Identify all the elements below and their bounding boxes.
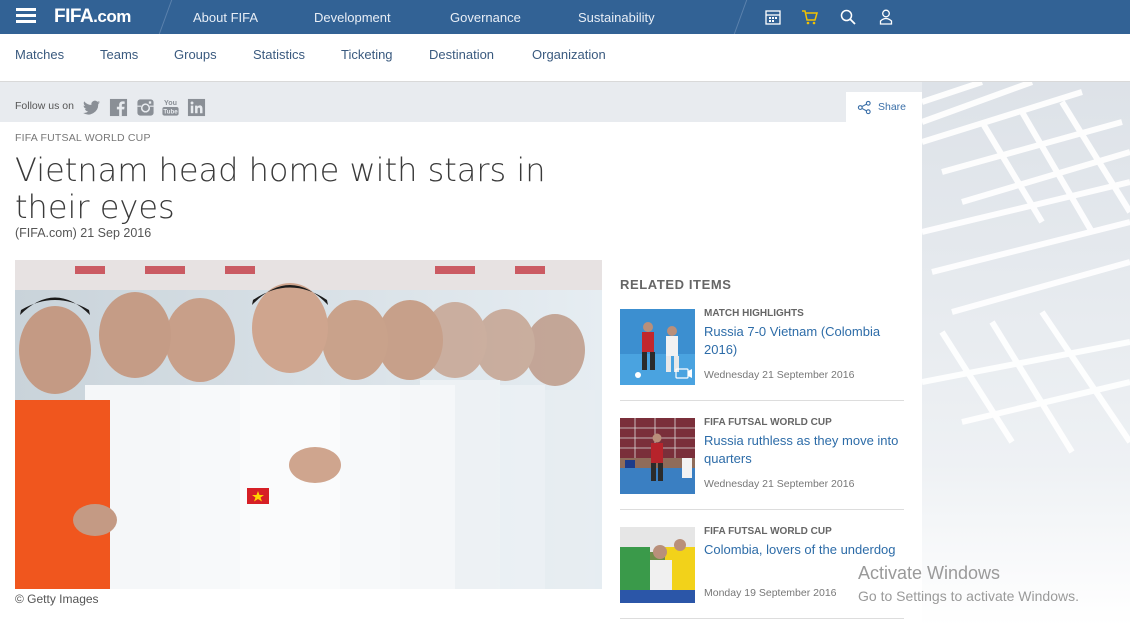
calendar-icon[interactable] bbox=[764, 8, 782, 26]
related-category: FIFA FUTSAL WORLD CUP bbox=[704, 417, 832, 428]
divider bbox=[620, 618, 904, 619]
cart-icon[interactable] bbox=[801, 8, 819, 26]
subnav-matches[interactable]: Matches bbox=[15, 47, 64, 62]
related-date: Wednesday 21 September 2016 bbox=[704, 478, 855, 490]
activate-windows-subtitle: Go to Settings to activate Windows. bbox=[858, 588, 1079, 604]
divider bbox=[620, 509, 904, 510]
related-category: MATCH HIGHLIGHTS bbox=[704, 308, 804, 319]
nav-sustainability[interactable]: Sustainability bbox=[578, 10, 655, 25]
subnav-groups[interactable]: Groups bbox=[174, 47, 217, 62]
facebook-icon[interactable] bbox=[109, 98, 128, 117]
related-title-link[interactable]: Russia 7-0 Vietnam (Colombia 2016) bbox=[704, 323, 904, 359]
menu-icon[interactable] bbox=[16, 8, 36, 24]
page-title: Vietnam head home with stars in their ey… bbox=[15, 151, 546, 226]
related-item[interactable]: FIFA FUTSAL WORLD CUP Russia ruthless as… bbox=[620, 417, 904, 518]
twitter-icon[interactable] bbox=[82, 98, 101, 117]
linkedin-icon[interactable] bbox=[187, 98, 206, 117]
related-title-link[interactable]: Russia ruthless as they move into quarte… bbox=[704, 432, 904, 468]
related-item[interactable]: MATCH HIGHLIGHTS Russia 7-0 Vietnam (Col… bbox=[620, 308, 904, 409]
related-thumbnail bbox=[620, 309, 695, 385]
top-navigation-bar: FIFA.com About FIFA Development Governan… bbox=[0, 0, 1130, 34]
nav-divider bbox=[158, 0, 173, 34]
related-title-link[interactable]: Colombia, lovers of the underdog bbox=[704, 541, 904, 559]
divider bbox=[620, 400, 904, 401]
user-icon[interactable] bbox=[877, 8, 895, 26]
follow-us-label: Follow us on bbox=[15, 100, 74, 112]
related-date: Wednesday 21 September 2016 bbox=[704, 369, 855, 381]
related-date: Monday 19 September 2016 bbox=[704, 587, 837, 599]
nav-development[interactable]: Development bbox=[314, 10, 391, 25]
nav-about-fifa[interactable]: About FIFA bbox=[193, 10, 258, 25]
related-thumbnail bbox=[620, 418, 695, 494]
article-category: FIFA FUTSAL WORLD CUP bbox=[15, 132, 151, 144]
decorative-pattern bbox=[922, 82, 1130, 626]
image-credit: © Getty Images bbox=[15, 592, 99, 606]
activate-windows-title: Activate Windows bbox=[858, 563, 1001, 583]
related-items-heading: RELATED ITEMS bbox=[620, 277, 732, 292]
instagram-icon[interactable] bbox=[136, 98, 155, 117]
subnav-organization[interactable]: Organization bbox=[532, 47, 606, 62]
nav-governance[interactable]: Governance bbox=[450, 10, 521, 25]
fifa-logo[interactable]: FIFA.com bbox=[54, 6, 131, 28]
subnav-ticketing[interactable]: Ticketing bbox=[341, 47, 393, 62]
nav-divider bbox=[733, 0, 748, 34]
subnav-destination[interactable]: Destination bbox=[429, 47, 494, 62]
search-icon[interactable] bbox=[839, 8, 857, 26]
related-thumbnail bbox=[620, 527, 695, 603]
share-label[interactable]: Share bbox=[878, 101, 906, 113]
svg-text:Tube: Tube bbox=[163, 109, 178, 116]
hero-image bbox=[15, 260, 602, 589]
subnav-statistics[interactable]: Statistics bbox=[253, 47, 305, 62]
subnav-teams[interactable]: Teams bbox=[100, 47, 138, 62]
youtube-icon[interactable]: You Tube bbox=[161, 98, 180, 117]
article-byline: (FIFA.com) 21 Sep 2016 bbox=[15, 226, 152, 240]
share-icon[interactable] bbox=[857, 100, 872, 115]
related-category: FIFA FUTSAL WORLD CUP bbox=[704, 526, 832, 537]
svg-text:You: You bbox=[164, 99, 177, 107]
section-navigation: Matches Teams Groups Statistics Ticketin… bbox=[0, 34, 1130, 82]
